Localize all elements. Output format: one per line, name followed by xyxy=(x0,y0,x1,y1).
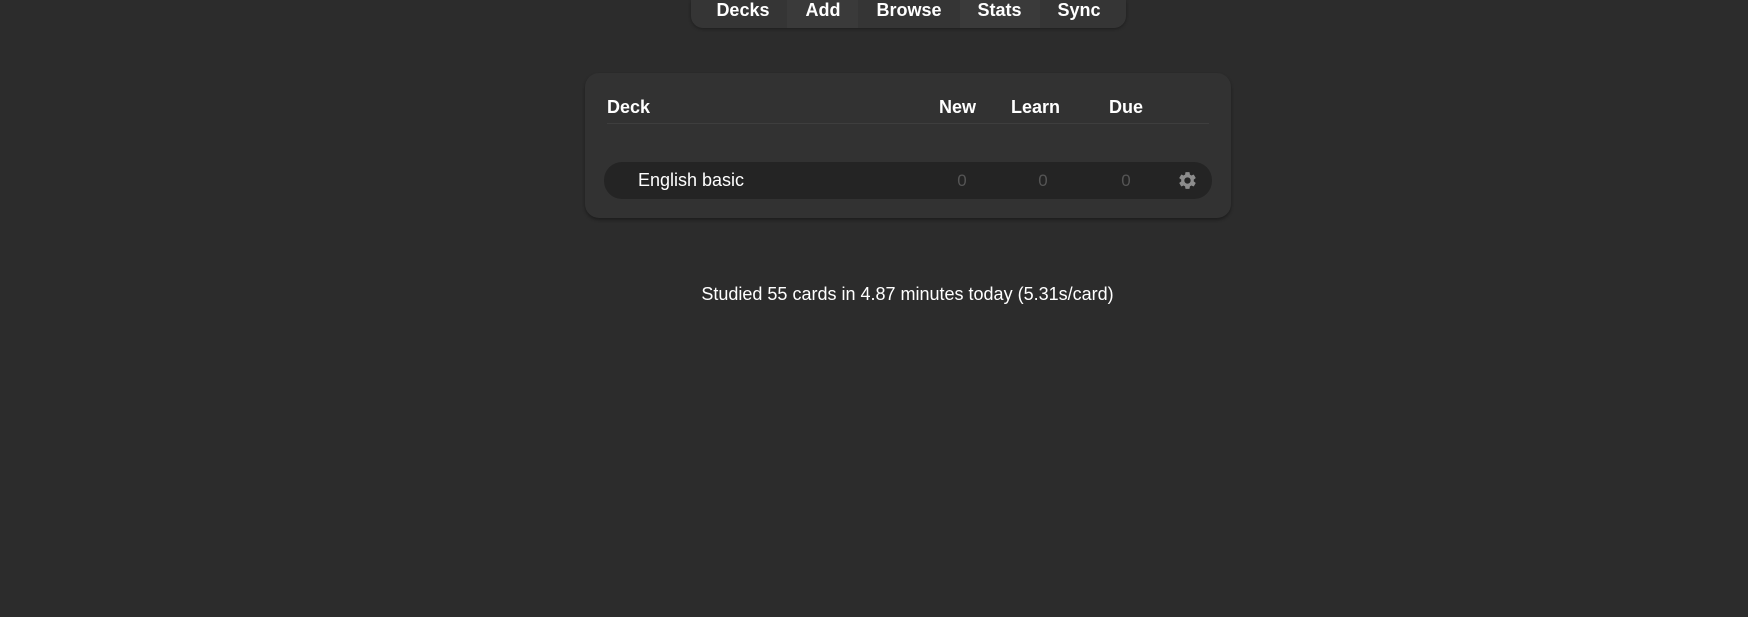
studied-summary: Studied 55 cards in 4.87 minutes today (… xyxy=(701,284,1114,304)
browse-button[interactable]: Browse xyxy=(858,0,959,28)
due-column-header: Due xyxy=(1109,97,1144,117)
anki-main-window: Decks Add Browse Stats Sync Deck New Lea… xyxy=(0,0,1748,617)
deck-name-link[interactable]: English basic xyxy=(638,162,744,199)
new-column-header: New xyxy=(939,97,977,117)
deck-table-header: Deck New Learn Due xyxy=(607,91,1209,124)
stats-button[interactable]: Stats xyxy=(959,0,1040,28)
new-count: 0 xyxy=(957,171,967,190)
learn-count: 0 xyxy=(1038,171,1048,190)
gear-icon[interactable] xyxy=(1177,170,1198,191)
decks-button[interactable]: Decks xyxy=(698,0,787,28)
deck-list-panel: Deck New Learn Due English basic 0 0 0 xyxy=(585,73,1231,218)
deck-column-header: Deck xyxy=(607,97,651,117)
top-toolbar: Decks Add Browse Stats Sync xyxy=(691,0,1126,28)
add-button[interactable]: Add xyxy=(787,0,859,28)
learn-column-header: Learn xyxy=(1011,97,1061,117)
deck-row[interactable]: English basic 0 0 0 xyxy=(604,162,1212,199)
sync-button[interactable]: Sync xyxy=(1040,0,1119,28)
due-count: 0 xyxy=(1121,171,1131,190)
